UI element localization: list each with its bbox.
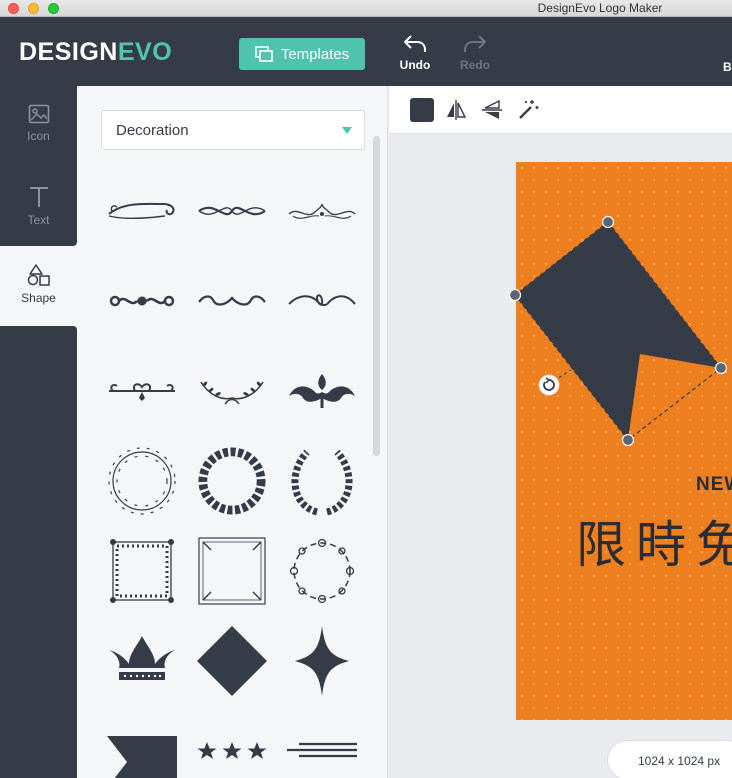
sidebar-item-label: Text [27, 213, 50, 227]
shape-flourish-1[interactable] [97, 166, 187, 256]
sidebar-lower [0, 326, 77, 778]
divider-icon [198, 295, 266, 306]
shape-divider-2[interactable] [187, 256, 277, 346]
redo-label: Redo [460, 58, 490, 72]
color-swatch-button[interactable] [410, 98, 434, 122]
shape-ornament-crest[interactable] [277, 346, 367, 436]
cut-off-header-label[interactable]: B [723, 60, 732, 74]
flourish-icon [198, 206, 266, 216]
logo-text-evo: EVO [117, 38, 173, 66]
shape-crown[interactable] [97, 616, 187, 706]
flourish-icon [108, 202, 175, 219]
laurel-icon [200, 381, 264, 405]
artboard[interactable]: NEW 限時免 [516, 162, 732, 720]
flourish-icon [288, 203, 356, 219]
sidebar-item-icon[interactable]: Icon [0, 104, 77, 143]
window-titlebar: DesignEvo Logo Maker [0, 0, 732, 17]
sidebar-item-text[interactable]: Text [0, 186, 77, 227]
undo-button[interactable]: Undo [395, 33, 435, 72]
crown-icon [109, 636, 175, 680]
window-title: DesignEvo Logo Maker [537, 1, 663, 15]
shape-wreath-thin[interactable] [97, 436, 187, 526]
canvas-workspace[interactable]: NEW 限時免 [389, 134, 732, 778]
category-dropdown-value: Decoration [116, 122, 189, 139]
sidebar-item-label: Shape [21, 291, 56, 305]
ribbon-icon [107, 736, 177, 778]
shape-three-stars[interactable] [187, 706, 277, 778]
magic-wand-icon[interactable] [516, 98, 540, 122]
shape-frame-corners[interactable] [187, 526, 277, 616]
minimize-window-button[interactable] [28, 3, 39, 14]
panel-scrollbar[interactable] [373, 136, 380, 456]
flip-vertical-icon[interactable] [480, 98, 504, 122]
sidebar-item-shape[interactable]: Shape [0, 264, 77, 305]
wreath-icon [198, 447, 266, 515]
designevo-logo[interactable]: DESIGNEVO [19, 38, 172, 67]
shape-lines-divider[interactable] [277, 706, 367, 778]
shape-ornament-1[interactable] [97, 346, 187, 436]
shape-flourish-2[interactable] [187, 166, 277, 256]
frame-icon [289, 538, 355, 604]
templates-icon [255, 46, 273, 62]
templates-label: Templates [280, 45, 350, 63]
close-window-button[interactable] [8, 3, 19, 14]
lines-icon [287, 742, 357, 758]
shape-divider-1[interactable] [97, 256, 187, 346]
diamond-icon [197, 626, 267, 696]
frame-icon [110, 539, 174, 603]
canvas-toolbar [389, 86, 732, 134]
undo-icon [404, 35, 426, 52]
sidebar-item-label: Icon [27, 129, 50, 143]
shape-four-point-star[interactable] [277, 616, 367, 706]
shape-laurel-branch[interactable] [187, 346, 277, 436]
shape-diamond[interactable] [187, 616, 277, 706]
shape-flourish-3[interactable] [277, 166, 367, 256]
chevron-down-icon [342, 127, 352, 134]
ornament-icon [289, 374, 355, 408]
stars-icon [197, 742, 267, 759]
text-icon [29, 187, 48, 207]
ornament-icon [109, 383, 175, 401]
divider-icon [288, 294, 356, 306]
frame-icon [198, 537, 266, 605]
shape-frame-ornate[interactable] [97, 526, 187, 616]
flip-horizontal-icon[interactable] [444, 98, 468, 122]
category-dropdown[interactable]: Decoration [101, 110, 365, 150]
undo-label: Undo [399, 58, 431, 72]
templates-button[interactable]: Templates [239, 38, 365, 70]
artboard-text-chinese[interactable]: 限時免 [576, 505, 732, 577]
app-header: DESIGNEVO Templates Undo Redo B [0, 17, 732, 86]
shape-divider-3[interactable] [277, 256, 367, 346]
shape-laurel-wreath[interactable] [277, 436, 367, 526]
canvas-size-indicator: 1024 x 1024 px [607, 740, 732, 778]
divider-icon [109, 295, 175, 307]
laurel-icon [291, 449, 353, 516]
artboard-text-new[interactable]: NEW [696, 474, 732, 496]
shape-wreath-bold[interactable] [187, 436, 277, 526]
shape-frame-swirl[interactable] [277, 526, 367, 616]
image-icon [28, 104, 49, 124]
wreath-icon [108, 447, 176, 515]
star-icon [295, 626, 349, 696]
redo-button[interactable]: Redo [455, 33, 495, 72]
shape-panel: Decoration [77, 86, 388, 778]
redo-icon [464, 35, 486, 52]
zoom-window-button[interactable] [48, 3, 59, 14]
logo-text-design: DESIGN [19, 38, 118, 66]
shapes-icon [27, 264, 50, 286]
shape-ribbon-banner[interactable] [97, 706, 187, 778]
